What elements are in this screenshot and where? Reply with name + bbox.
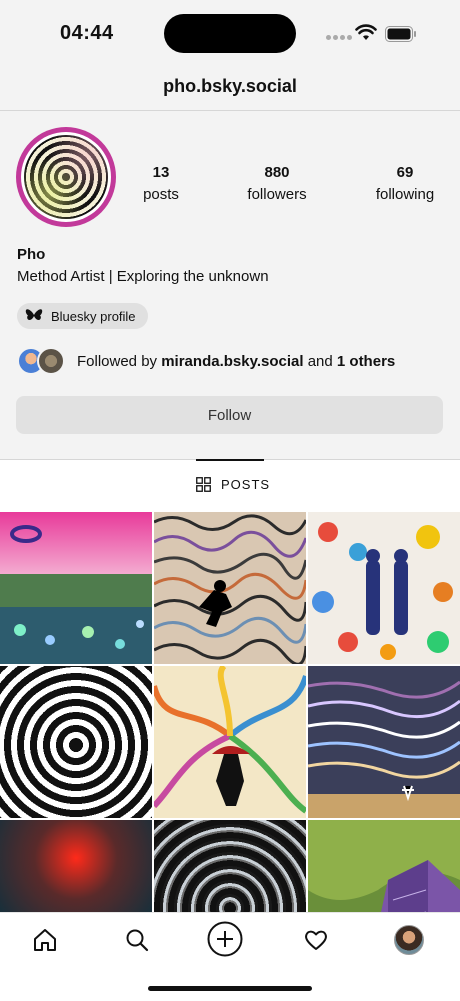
post-thumbnail[interactable] <box>0 512 152 664</box>
search-icon[interactable] <box>124 927 150 953</box>
posts-stat[interactable]: 13 posts <box>140 164 182 203</box>
profile-name: Pho <box>17 246 46 263</box>
post-thumbnail[interactable] <box>154 512 306 664</box>
home-indicator <box>148 986 312 991</box>
status-time: 04:44 <box>60 22 114 44</box>
header-divider <box>0 110 460 111</box>
bluesky-profile-label: Bluesky profile <box>51 308 136 324</box>
profile-avatar[interactable] <box>394 925 424 955</box>
followers-label: followers <box>247 186 307 203</box>
followed-by-text: Followed by miranda.bsky.social and 1 ot… <box>77 352 396 370</box>
posts-grid <box>0 512 460 912</box>
heart-icon[interactable] <box>303 927 329 953</box>
follower-avatar <box>37 347 65 375</box>
home-icon[interactable] <box>32 927 58 953</box>
page-title: pho.bsky.social <box>163 76 297 96</box>
profile-bio: Method Artist | Exploring the unknown <box>17 268 269 285</box>
post-thumbnail[interactable] <box>0 820 152 912</box>
butterfly-icon <box>25 309 43 320</box>
post-thumbnail[interactable] <box>308 512 460 664</box>
post-thumbnail[interactable] <box>308 820 460 912</box>
followers-stat[interactable]: 880 followers <box>244 164 310 203</box>
grid-icon <box>196 477 211 492</box>
posts-count: 13 <box>152 164 170 181</box>
avatar-image <box>24 135 108 219</box>
create-icon[interactable] <box>207 921 243 957</box>
tab-active-indicator <box>196 459 264 461</box>
following-label: following <box>375 186 435 203</box>
post-thumbnail[interactable] <box>154 820 306 912</box>
followed-by-user[interactable]: miranda.bsky.social <box>161 353 303 370</box>
bluesky-profile-chip[interactable]: Bluesky profile <box>17 303 148 329</box>
tab-posts[interactable]: POSTS <box>196 477 270 492</box>
followers-count: 880 <box>264 164 290 181</box>
followed-by-row[interactable]: Followed by miranda.bsky.social and 1 ot… <box>17 347 395 375</box>
post-thumbnail[interactable] <box>0 666 152 818</box>
following-stat[interactable]: 69 following <box>372 164 438 203</box>
post-thumbnail[interactable] <box>154 666 306 818</box>
cellular-signal-icon <box>326 35 352 40</box>
profile-avatar[interactable] <box>16 127 116 227</box>
battery-icon <box>385 26 416 42</box>
status-bar: 04:44 <box>0 0 460 70</box>
post-thumbnail[interactable] <box>308 666 460 818</box>
posts-label: posts <box>143 186 179 203</box>
followed-by-others[interactable]: 1 others <box>337 353 395 370</box>
follow-button[interactable]: Follow <box>16 396 443 434</box>
tab-posts-label: POSTS <box>221 477 271 492</box>
wifi-icon <box>355 24 377 40</box>
dynamic-island <box>164 14 296 53</box>
following-count: 69 <box>396 164 414 181</box>
